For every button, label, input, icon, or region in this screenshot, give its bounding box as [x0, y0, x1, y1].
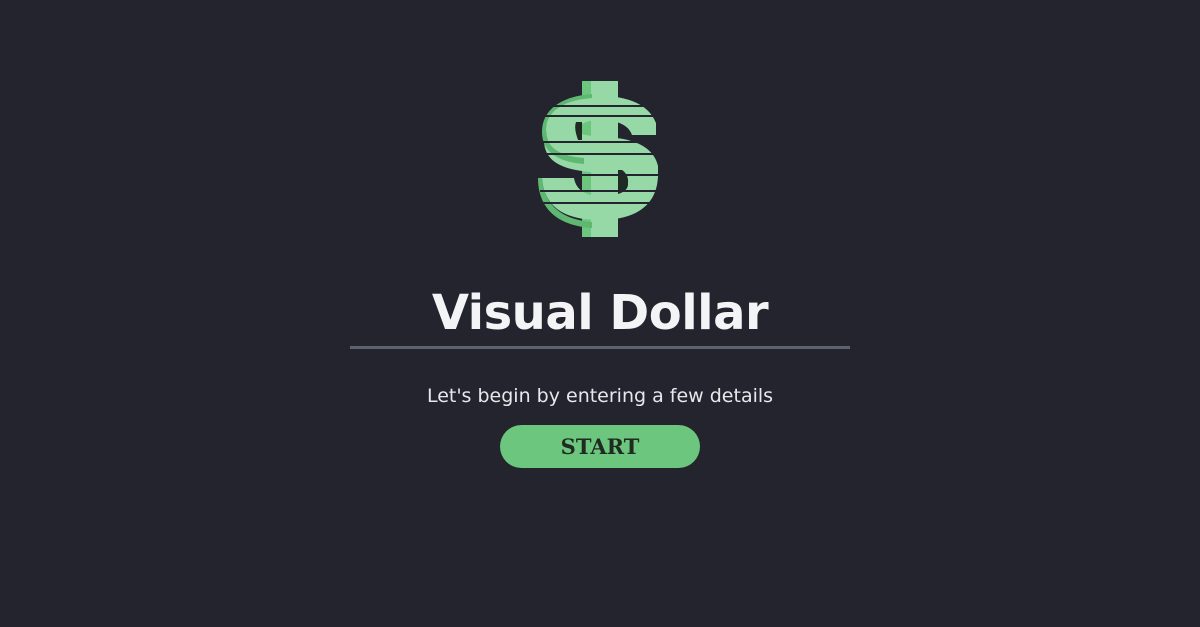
welcome-screen: Visual Dollar Let's begin by entering a … — [0, 0, 1200, 627]
title-divider — [350, 346, 850, 349]
dollar-sign-icon — [538, 81, 660, 237]
intro-text: Let's begin by entering a few details — [426, 385, 774, 407]
start-button[interactable]: START — [500, 425, 700, 468]
page-title: Visual Dollar — [431, 285, 769, 341]
